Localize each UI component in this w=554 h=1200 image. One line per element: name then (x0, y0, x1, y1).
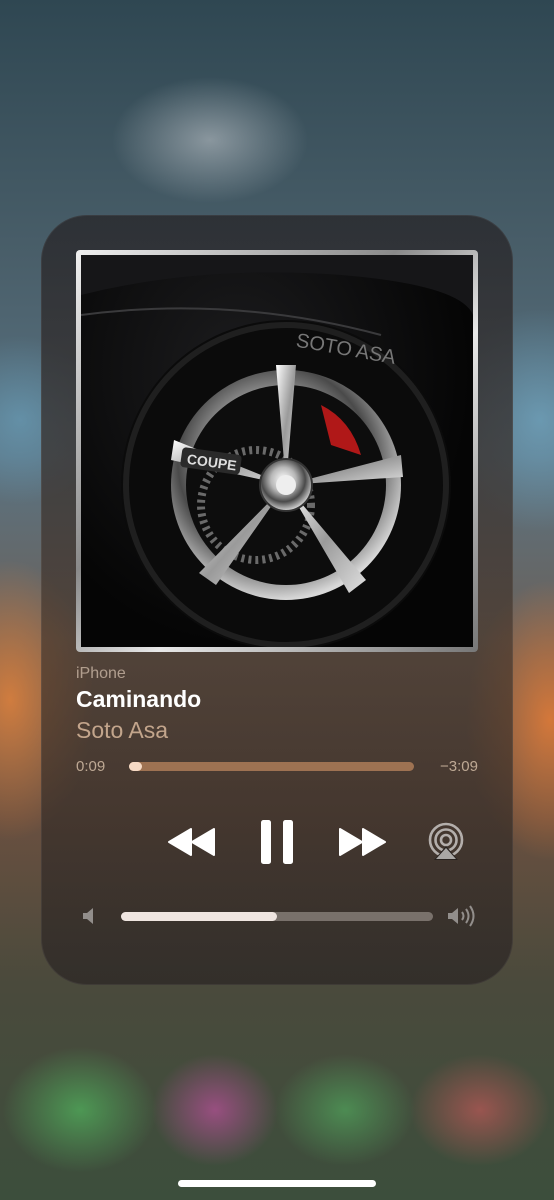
artist-name: Soto Asa (76, 717, 169, 743)
home-indicator[interactable] (178, 1180, 376, 1187)
wheel-artwork-image: SOTO ASA COUPE (81, 255, 473, 647)
track-title: Caminando (76, 686, 202, 712)
fast-forward-button[interactable] (335, 819, 389, 865)
remaining-time: −3:09 (440, 758, 478, 775)
pause-icon (261, 820, 293, 864)
fast-forward-icon (339, 828, 386, 856)
airplay-icon (428, 822, 464, 860)
playback-scrubber[interactable] (129, 762, 414, 771)
airplay-button[interactable] (424, 820, 468, 864)
speaker-high-icon (448, 905, 475, 927)
volume-slider[interactable] (121, 912, 433, 921)
now-playing-card: SOTO ASA COUPE iPhone Caminando Soto Asa… (41, 215, 513, 985)
rewind-button[interactable] (165, 819, 219, 865)
speaker-low-icon (83, 908, 93, 924)
elapsed-time: 0:09 (76, 758, 106, 775)
playback-progress-fill (129, 762, 143, 771)
album-artwork[interactable]: SOTO ASA COUPE (76, 250, 478, 652)
pause-button[interactable] (255, 815, 299, 869)
volume-level-fill (121, 912, 277, 921)
playback-device-label: iPhone (76, 665, 126, 682)
rewind-icon (168, 828, 215, 856)
